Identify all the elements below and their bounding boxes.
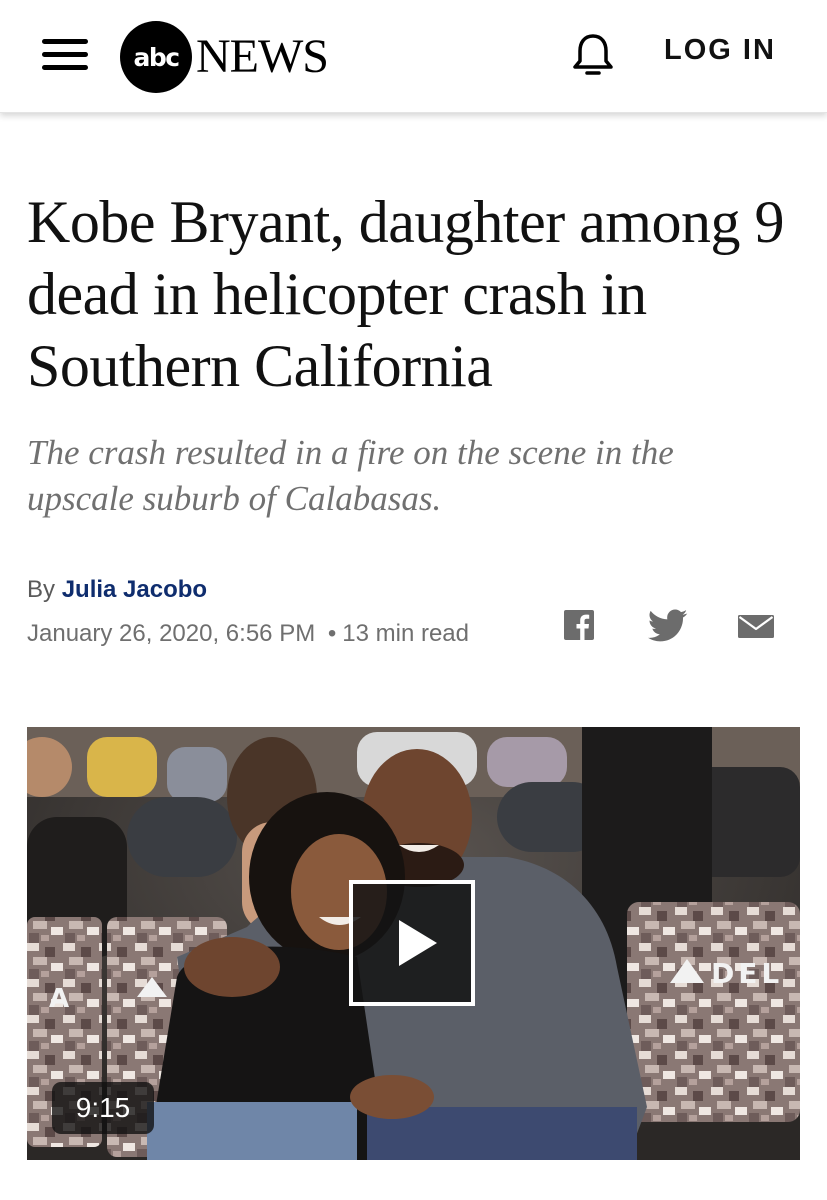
- twitter-icon[interactable]: [647, 608, 688, 644]
- byline: By Julia Jacobo: [27, 576, 207, 604]
- video-player[interactable]: A DEL 9:15: [27, 727, 800, 1160]
- article-headline: Kobe Bryant, daughter among 9 dead in he…: [27, 189, 784, 399]
- meta-separator: •: [327, 620, 337, 647]
- seat-cover-text: DEL: [711, 957, 783, 990]
- abc-news-logo[interactable]: abc NEWS: [120, 21, 329, 93]
- video-duration-badge: 9:15: [52, 1082, 154, 1134]
- email-icon[interactable]: [736, 608, 776, 644]
- read-time: 13 min read: [342, 620, 470, 647]
- menu-line: [42, 39, 88, 44]
- seat-cover-letter: A: [49, 984, 69, 1014]
- login-button[interactable]: LOG IN: [664, 34, 776, 67]
- hamburger-menu-icon[interactable]: [42, 37, 88, 71]
- menu-line: [42, 65, 88, 70]
- play-icon: [399, 920, 437, 966]
- article-meta: January 26, 2020, 6:56 PM • 13 min read: [27, 620, 469, 648]
- abc-logo-circle: abc: [120, 21, 192, 93]
- menu-line: [42, 52, 88, 57]
- author-link[interactable]: Julia Jacobo: [62, 576, 207, 603]
- logo-news-text: NEWS: [196, 30, 329, 83]
- top-navigation-bar: abc NEWS LOG IN: [0, 0, 827, 113]
- publish-date: January 26, 2020, 6:56 PM: [27, 620, 316, 647]
- article-subheadline: The crash resulted in a fire on the scen…: [27, 433, 674, 518]
- logo-abc-text: abc: [133, 42, 180, 72]
- bell-icon[interactable]: [569, 30, 617, 78]
- byline-prefix: By: [27, 576, 56, 603]
- play-button[interactable]: [349, 880, 475, 1006]
- facebook-icon[interactable]: [563, 608, 597, 644]
